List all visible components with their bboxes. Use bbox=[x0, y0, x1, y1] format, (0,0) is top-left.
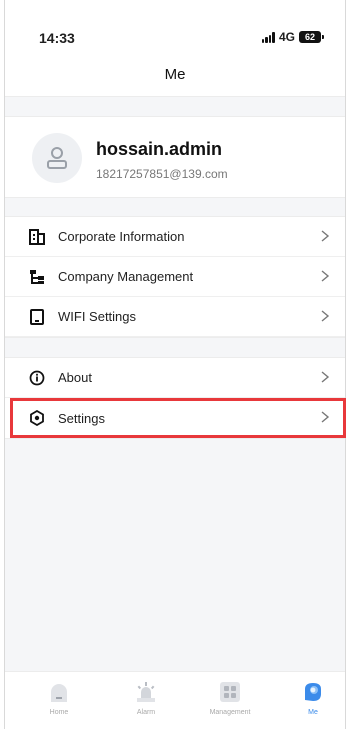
battery-level: 62 bbox=[304, 32, 315, 42]
menu-label: Corporate Information bbox=[58, 229, 185, 244]
tab-home[interactable]: Home bbox=[29, 680, 89, 716]
avatar[interactable] bbox=[32, 133, 82, 183]
page-title: Me bbox=[164, 66, 186, 83]
content-background bbox=[5, 438, 345, 671]
menu-company-management[interactable]: Company Management bbox=[5, 257, 345, 297]
tab-management[interactable]: Management bbox=[200, 680, 260, 716]
status-bar: 14:33 4G 62 bbox=[5, 0, 345, 52]
tab-me[interactable]: Me bbox=[283, 680, 343, 716]
signal-icon bbox=[261, 31, 275, 43]
tab-alarm[interactable]: Alarm bbox=[116, 680, 176, 716]
me-icon bbox=[301, 680, 325, 704]
profile-email: 18217257851@139.com bbox=[96, 167, 228, 181]
menu-about[interactable]: About bbox=[5, 358, 345, 398]
tab-bar: Home Alarm Management Me bbox=[5, 671, 345, 729]
chevron-right-icon bbox=[321, 371, 330, 383]
chevron-right-icon bbox=[321, 310, 330, 322]
menu-wifi-settings[interactable]: WIFI Settings bbox=[5, 297, 345, 337]
chevron-right-icon bbox=[321, 230, 330, 242]
phone-screen: 14:33 4G 62 Me hossain.admin 18217257851… bbox=[4, 0, 346, 729]
section-divider bbox=[5, 96, 345, 117]
tab-label: Home bbox=[49, 709, 69, 716]
building-icon bbox=[28, 228, 46, 246]
menu-label: WIFI Settings bbox=[58, 309, 137, 324]
grid-icon bbox=[218, 680, 242, 704]
battery-icon: 62 bbox=[299, 31, 324, 43]
tab-label: Management bbox=[209, 709, 251, 716]
profile-card[interactable]: hossain.admin 18217257851@139.com bbox=[5, 117, 345, 197]
home-icon bbox=[47, 680, 71, 704]
section-divider bbox=[5, 197, 345, 217]
org-tree-icon bbox=[28, 268, 46, 286]
menu-label: About bbox=[58, 370, 92, 385]
nav-bar: Me bbox=[5, 60, 345, 96]
settings-highlight-box bbox=[10, 398, 346, 438]
alarm-icon bbox=[134, 680, 158, 704]
network-type: 4G bbox=[278, 30, 295, 44]
tab-label: Me bbox=[308, 709, 318, 716]
chevron-right-icon bbox=[321, 270, 330, 282]
user-icon bbox=[47, 147, 67, 169]
info-icon bbox=[28, 369, 46, 387]
profile-name: hossain.admin bbox=[96, 139, 223, 159]
device-icon bbox=[28, 308, 46, 326]
status-time: 14:33 bbox=[39, 30, 75, 46]
menu-corporate-information[interactable]: Corporate Information bbox=[5, 217, 345, 257]
menu-label: Company Management bbox=[58, 269, 194, 284]
section-divider bbox=[5, 337, 345, 358]
tab-label: Alarm bbox=[136, 709, 156, 716]
status-indicators: 4G 62 bbox=[261, 30, 324, 44]
